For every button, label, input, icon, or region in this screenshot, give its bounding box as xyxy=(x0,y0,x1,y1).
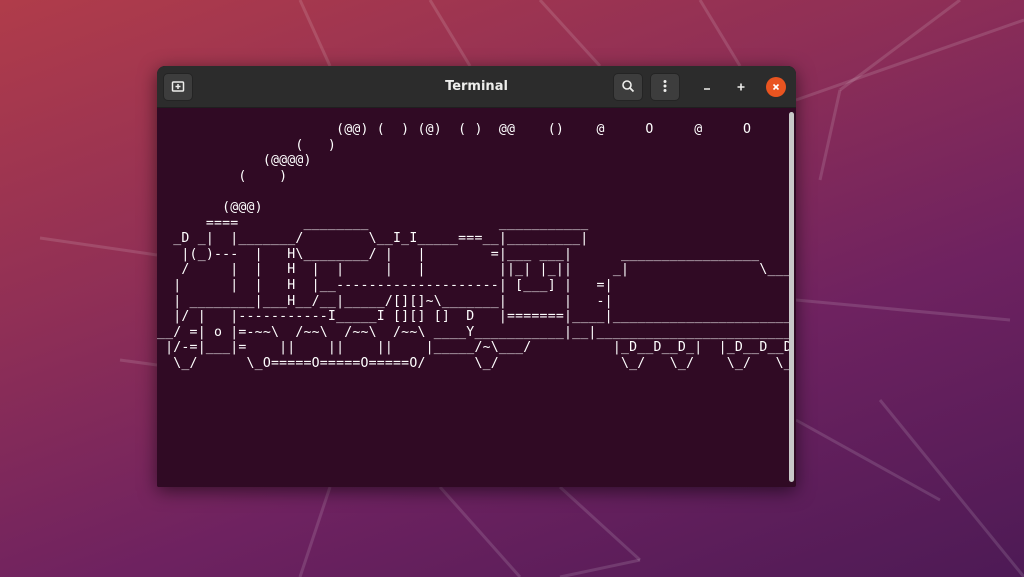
maximize-icon xyxy=(737,83,745,91)
terminal-output-area[interactable]: (@@) ( ) (@) ( ) @@ () @ O @ O @ ( ) (@@… xyxy=(157,108,789,487)
close-button[interactable] xyxy=(766,77,786,97)
headerbar: Terminal xyxy=(157,66,796,108)
new-tab-icon xyxy=(171,78,185,97)
close-icon xyxy=(772,83,780,91)
menu-button[interactable] xyxy=(650,73,680,101)
search-button[interactable] xyxy=(613,73,643,101)
search-icon xyxy=(621,78,635,97)
minimize-button[interactable] xyxy=(697,77,717,97)
maximize-button[interactable] xyxy=(731,77,751,97)
kebab-menu-icon xyxy=(658,78,672,97)
new-tab-button[interactable] xyxy=(163,73,193,101)
scrollbar[interactable] xyxy=(789,112,794,482)
scrollbar-thumb[interactable] xyxy=(789,112,794,482)
terminal-output: (@@) ( ) (@) ( ) @@ () @ O @ O @ ( ) (@@… xyxy=(157,122,789,371)
minimize-icon xyxy=(704,88,710,90)
terminal-window: Terminal (@@) () (@) () @@ () @ O @ O … xyxy=(157,66,796,487)
